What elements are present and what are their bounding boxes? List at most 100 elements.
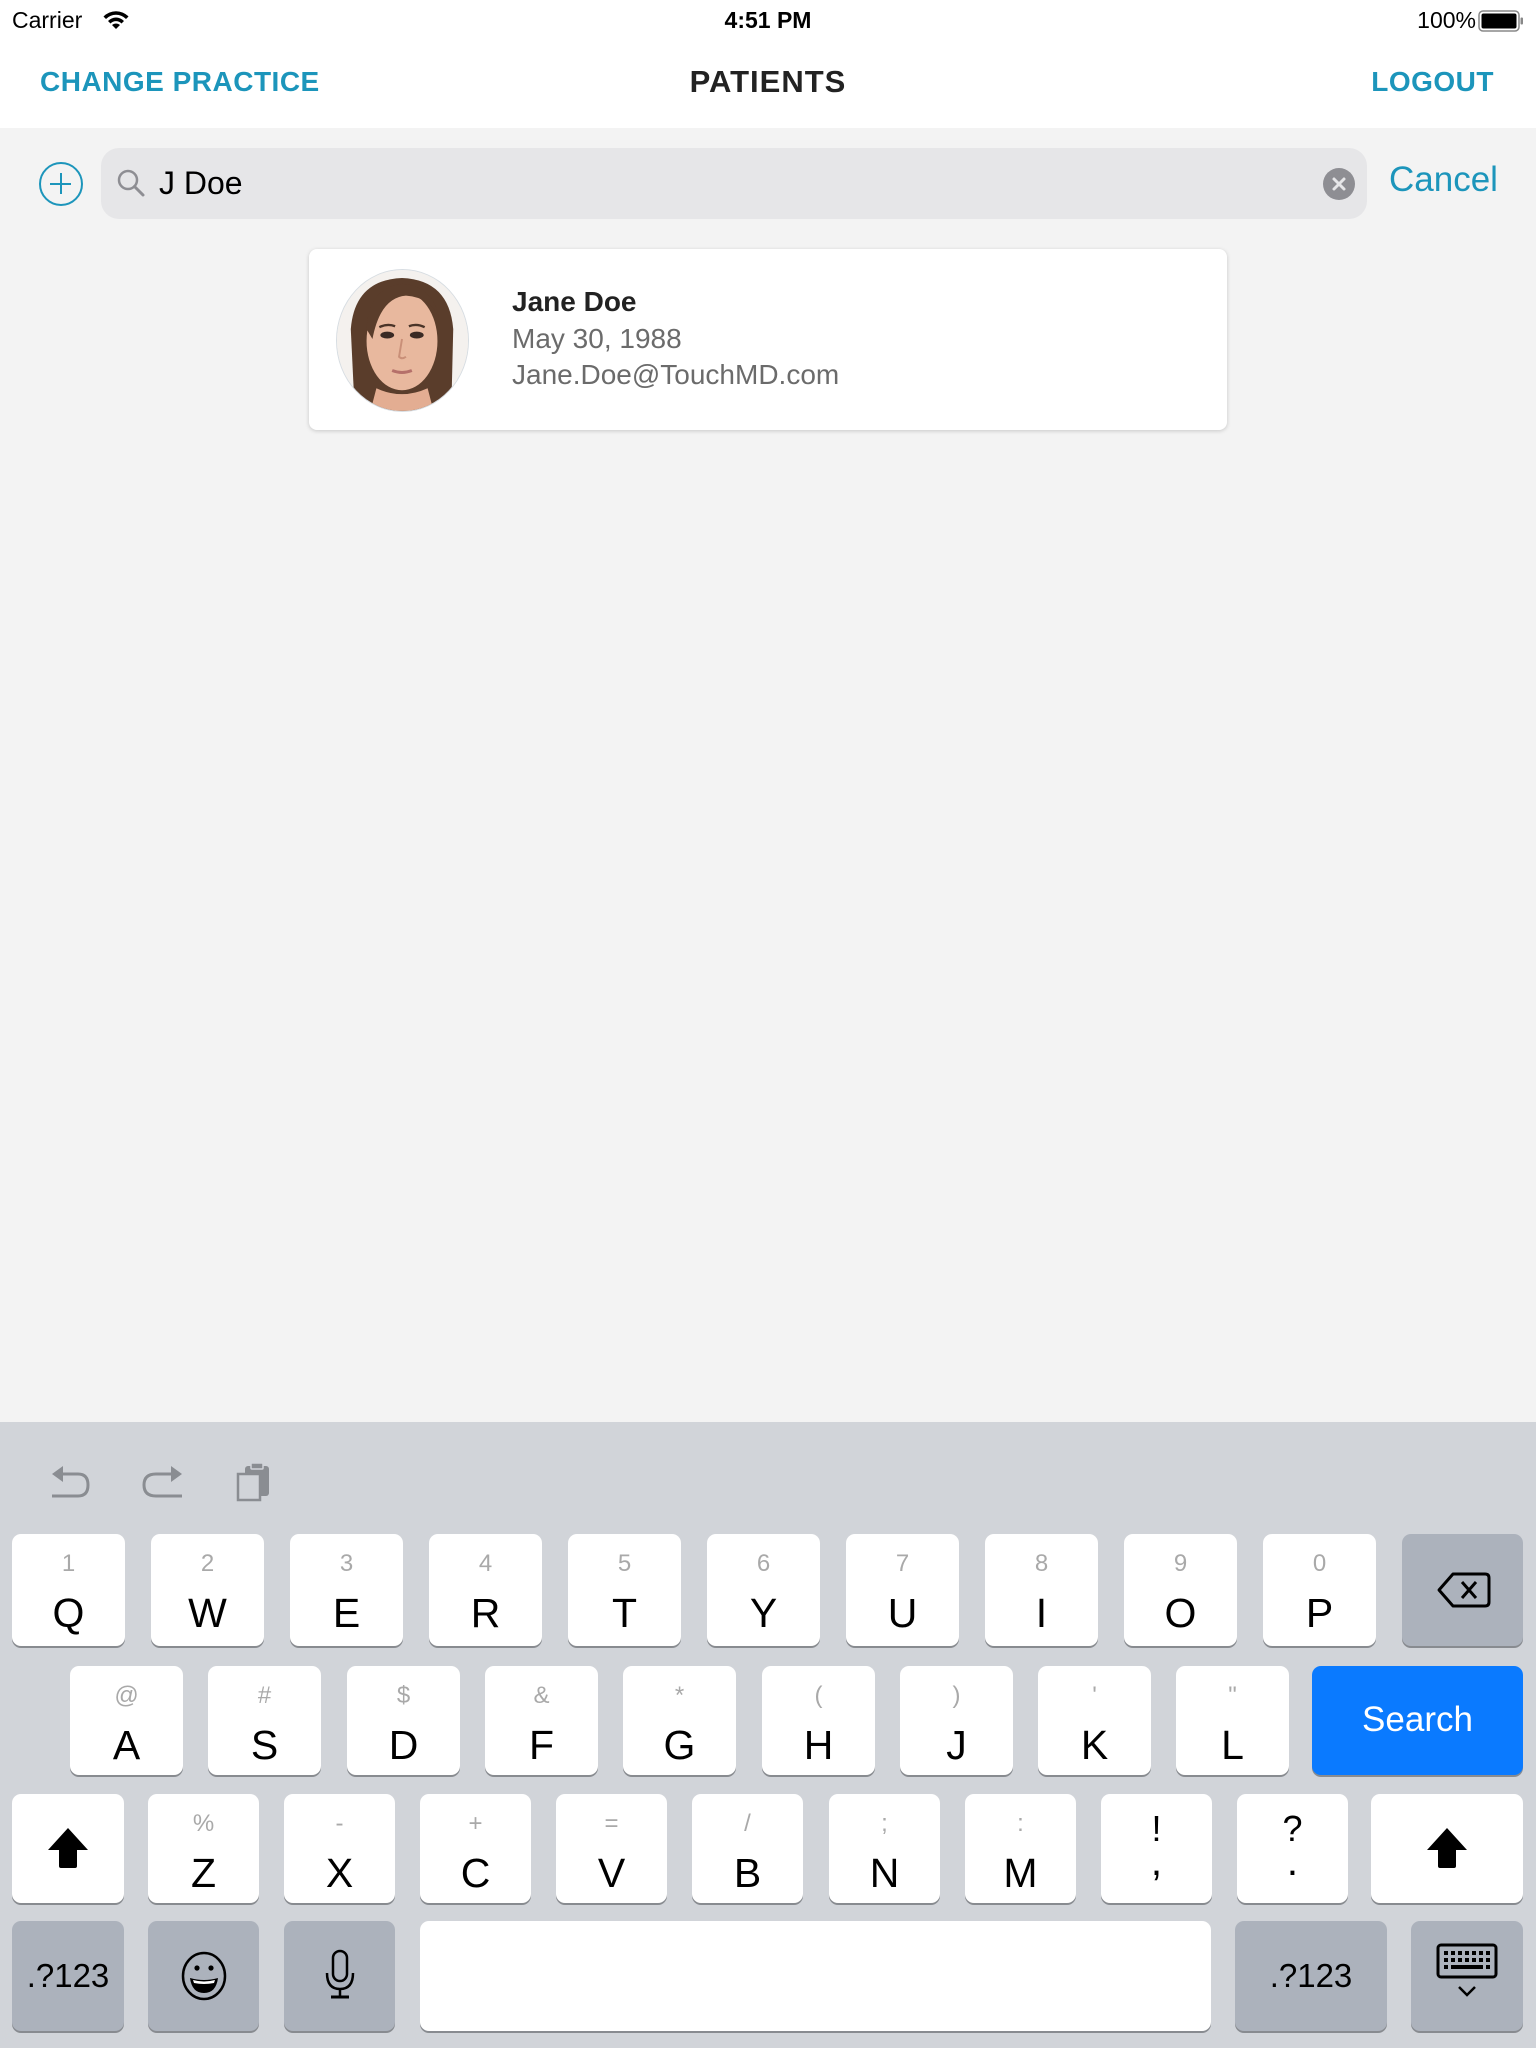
key-alt-label: * <box>674 1682 685 1709</box>
key-e[interactable]: 3E <box>290 1534 403 1646</box>
key-t[interactable]: 5T <box>568 1534 681 1646</box>
search-input[interactable] <box>159 158 1289 208</box>
key-o[interactable]: 9O <box>1124 1534 1237 1646</box>
add-patient-button[interactable] <box>39 162 83 206</box>
keyboard-dismiss-icon <box>1436 1943 1498 1997</box>
key-j[interactable]: ) J <box>900 1666 1013 1775</box>
key-label: J <box>946 1722 967 1768</box>
key-d[interactable]: $ D <box>347 1666 460 1775</box>
key-n[interactable]: ; N <box>829 1794 940 1903</box>
numbers-key-left[interactable]: .?123 <box>12 1921 124 2031</box>
delete-icon <box>1437 1572 1491 1608</box>
clear-search-button[interactable] <box>1323 168 1355 200</box>
key-alt-label: 6 <box>756 1550 771 1577</box>
key-alt-label: 9 <box>1173 1550 1188 1577</box>
emoji-key[interactable] <box>148 1921 259 2031</box>
key-f[interactable]: & F <box>485 1666 598 1775</box>
shift-key-left[interactable] <box>12 1794 124 1903</box>
key-c[interactable]: + C <box>420 1794 531 1903</box>
key-label: B <box>733 1850 762 1896</box>
clock: 4:51 PM <box>724 7 812 33</box>
key-alt-label: ( <box>814 1682 823 1709</box>
key-label: H <box>803 1722 834 1768</box>
key-x[interactable]: -X <box>284 1794 395 1903</box>
key-label: . <box>1286 1838 1299 1884</box>
key-label: , <box>1150 1838 1163 1884</box>
key-label: Y <box>749 1590 778 1636</box>
key-period[interactable]: ?. <box>1237 1794 1348 1903</box>
battery-percent: 100% <box>1417 7 1476 33</box>
key-label: V <box>597 1850 626 1896</box>
key-alt-label: 8 <box>1034 1550 1049 1577</box>
key-z[interactable]: % Z <box>148 1794 259 1903</box>
dictation-key[interactable] <box>284 1921 395 2031</box>
key-comma[interactable]: !, <box>1101 1794 1212 1903</box>
key-alt-label: " <box>1228 1682 1237 1709</box>
key-alt-label: @ <box>114 1682 139 1709</box>
clear-icon <box>1332 177 1346 191</box>
keyboard: Search .?123 .?123 1 Q 2 W 3 E 4 R 5 T 6… <box>0 1422 1536 2048</box>
patient-photo <box>337 270 468 411</box>
key-l[interactable]: " L <box>1176 1666 1289 1775</box>
key-label: G <box>663 1722 696 1768</box>
key-label: N <box>869 1850 900 1896</box>
paste-icon[interactable] <box>230 1460 278 1506</box>
key-alt-label: - <box>335 1810 344 1837</box>
key-b[interactable]: / B <box>692 1794 803 1903</box>
key-p[interactable]: 0P <box>1263 1534 1376 1646</box>
key-alt-label: = <box>604 1810 619 1837</box>
key-r[interactable]: 4R <box>429 1534 542 1646</box>
key-label: R <box>470 1590 501 1636</box>
key-label: F <box>528 1722 555 1768</box>
key-y[interactable]: 6Y <box>707 1534 820 1646</box>
avatar <box>336 269 469 412</box>
shift-key-right[interactable] <box>1371 1794 1523 1903</box>
key-alt-label: ) <box>952 1682 961 1709</box>
key-s[interactable]: # S <box>208 1666 321 1775</box>
key-i[interactable]: 8I <box>985 1534 1098 1646</box>
key-label: Q <box>52 1590 85 1636</box>
key-k[interactable]: ' K <box>1038 1666 1151 1775</box>
key-label: D <box>388 1722 419 1768</box>
search-icon <box>117 169 145 197</box>
search-field[interactable] <box>101 148 1367 219</box>
key-label: S <box>250 1722 279 1768</box>
key-label: M <box>1003 1850 1038 1896</box>
key-alt-label: 2 <box>200 1550 215 1577</box>
key-label: W <box>188 1590 227 1636</box>
patient-result-card[interactable]: Jane Doe May 30, 1988 Jane.Doe@TouchMD.c… <box>309 249 1227 430</box>
redo-icon[interactable] <box>138 1460 186 1506</box>
space-key[interactable] <box>420 1921 1211 2031</box>
page-title: PATIENTS <box>689 64 847 99</box>
key-label: I <box>1035 1590 1048 1636</box>
cancel-button[interactable]: Cancel <box>1389 160 1498 200</box>
patient-dob: May 30, 1988 <box>512 323 682 354</box>
status-bar: Carrier 4:51 PM 100% <box>0 0 1536 42</box>
key-v[interactable]: = V <box>556 1794 667 1903</box>
key-u[interactable]: 7U <box>846 1534 959 1646</box>
key-q[interactable]: 1Q <box>12 1534 125 1646</box>
key-alt-label: 1 <box>61 1550 76 1577</box>
patient-email: Jane.Doe@TouchMD.com <box>512 359 840 390</box>
key-label: P <box>1305 1590 1334 1636</box>
numbers-key-right[interactable]: .?123 <box>1235 1921 1387 2031</box>
key-g[interactable]: * G <box>623 1666 736 1775</box>
key-w[interactable]: 2W <box>151 1534 264 1646</box>
logout-button[interactable]: LOGOUT <box>1371 66 1494 98</box>
delete-key[interactable] <box>1402 1534 1523 1646</box>
search-key[interactable]: Search <box>1312 1666 1523 1775</box>
undo-icon[interactable] <box>46 1460 94 1506</box>
shift-icon <box>48 1828 88 1868</box>
dismiss-keyboard-key[interactable] <box>1411 1921 1523 2031</box>
key-a[interactable]: @ A <box>70 1666 183 1775</box>
key-label: X <box>325 1850 354 1896</box>
key-label: L <box>1221 1722 1244 1768</box>
key-m[interactable]: :M <box>965 1794 1076 1903</box>
key-label: K <box>1080 1722 1109 1768</box>
key-label: Z <box>190 1850 217 1896</box>
key-alt-label: / <box>744 1810 751 1837</box>
key-alt-label: 3 <box>339 1550 354 1577</box>
key-alt-label: 7 <box>895 1550 910 1577</box>
key-h[interactable]: (H <box>762 1666 875 1775</box>
key-alt-label: & <box>533 1682 550 1709</box>
